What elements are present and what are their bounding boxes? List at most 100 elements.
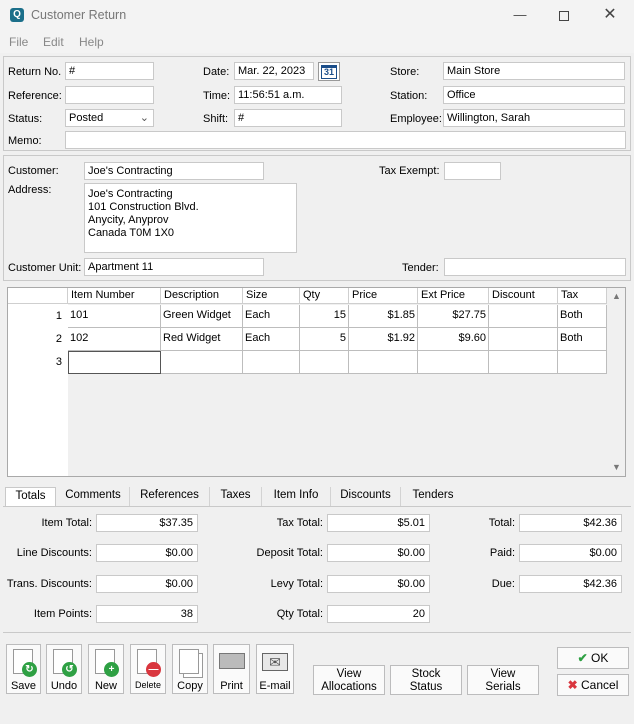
- tax-total-label: Tax Total:: [276, 517, 323, 529]
- time-field[interactable]: 11:56:51 a.m.: [234, 86, 342, 104]
- cell-size[interactable]: Each: [243, 305, 300, 328]
- calendar-button[interactable]: 31: [318, 62, 340, 81]
- copy-icon: [179, 649, 199, 674]
- menu-file[interactable]: File: [9, 35, 28, 49]
- delete-button[interactable]: — Delete: [130, 644, 166, 694]
- view-allocations-button[interactable]: View Allocations: [313, 665, 385, 695]
- cell-size[interactable]: [243, 351, 300, 374]
- ok-button[interactable]: ✔ OK: [557, 647, 629, 669]
- save-button[interactable]: ↻ Save: [6, 644, 41, 694]
- station-field[interactable]: Office: [443, 86, 625, 104]
- minimize-icon[interactable]: —: [507, 4, 533, 26]
- address-line: 101 Construction Blvd.: [88, 201, 199, 213]
- column-header-tax[interactable]: Tax: [558, 288, 607, 304]
- maximize-icon[interactable]: [551, 4, 577, 26]
- column-header-description[interactable]: Description: [161, 288, 243, 304]
- grid-scrollbar[interactable]: ▲ ▼: [609, 288, 625, 476]
- date-field[interactable]: Mar. 22, 2023: [234, 62, 314, 80]
- cell-qty[interactable]: 15: [300, 305, 349, 328]
- cell-price[interactable]: [349, 351, 418, 374]
- tax-exempt-label: Tax Exempt:: [379, 165, 440, 177]
- cancel-button[interactable]: ✖ Cancel: [557, 674, 629, 696]
- column-header-ext-price[interactable]: Ext Price: [418, 288, 489, 304]
- employee-field[interactable]: Willington, Sarah: [443, 109, 625, 127]
- tax-exempt-field[interactable]: [444, 162, 501, 180]
- address-box[interactable]: Joe's Contracting 101 Construction Blvd.…: [84, 183, 297, 253]
- cell-qty[interactable]: [300, 351, 349, 374]
- tender-label: Tender:: [402, 262, 439, 274]
- tab-taxes[interactable]: Taxes: [210, 487, 262, 506]
- tab-comments[interactable]: Comments: [57, 487, 130, 506]
- return-no-field[interactable]: #: [65, 62, 154, 80]
- new-button[interactable]: + New: [88, 644, 124, 694]
- tender-field[interactable]: [444, 258, 626, 276]
- address-line: Anycity, Anyprov: [88, 214, 169, 226]
- menu-edit[interactable]: Edit: [43, 35, 64, 49]
- cell-ext-price[interactable]: $27.75: [418, 305, 489, 328]
- tab-references[interactable]: References: [130, 487, 210, 506]
- customer-unit-field[interactable]: Apartment 11: [84, 258, 264, 276]
- customer-field[interactable]: Joe's Contracting: [84, 162, 264, 180]
- grid-corner: [8, 288, 68, 304]
- save-icon: ↻: [13, 649, 37, 677]
- trans-discounts-label: Trans. Discounts:: [6, 578, 92, 590]
- cell-qty[interactable]: 5: [300, 328, 349, 351]
- shift-field[interactable]: #: [234, 109, 342, 127]
- scroll-up-icon[interactable]: ▲: [612, 291, 621, 301]
- cell-description[interactable]: Green Widget: [161, 305, 243, 328]
- line-discounts-label: Line Discounts:: [16, 547, 92, 559]
- cell-item-number[interactable]: 101: [68, 305, 161, 328]
- cell-ext-price[interactable]: $9.60: [418, 328, 489, 351]
- customer-unit-label: Customer Unit:: [8, 262, 82, 274]
- address-label: Address:: [8, 184, 52, 196]
- column-header-size[interactable]: Size: [243, 288, 300, 304]
- cell-price[interactable]: $1.92: [349, 328, 418, 351]
- tab-tenders[interactable]: Tenders: [401, 487, 465, 506]
- cell-description[interactable]: [161, 351, 243, 374]
- email-button[interactable]: ✉ E-mail: [256, 644, 294, 694]
- tab-discounts[interactable]: Discounts: [331, 487, 401, 506]
- tab-item-info[interactable]: Item Info: [262, 487, 331, 506]
- row-header-column: [8, 304, 68, 476]
- column-header-qty[interactable]: Qty: [300, 288, 349, 304]
- cell-ext-price[interactable]: [418, 351, 489, 374]
- cell-discount[interactable]: [489, 305, 558, 328]
- status-select[interactable]: Posted ⌄: [65, 109, 154, 127]
- column-header-item-number[interactable]: Item Number: [68, 288, 161, 304]
- print-button[interactable]: Print: [213, 644, 250, 694]
- stock-status-button[interactable]: Stock Status: [390, 665, 462, 695]
- cell-item-number-active[interactable]: [68, 351, 161, 374]
- store-field[interactable]: Main Store: [443, 62, 625, 80]
- line-discounts-value: $0.00: [96, 544, 198, 562]
- shift-label: Shift:: [203, 113, 229, 125]
- date-label: Date:: [203, 66, 230, 78]
- cell-item-number[interactable]: 102: [68, 328, 161, 351]
- cell-price[interactable]: $1.85: [349, 305, 418, 328]
- cell-size[interactable]: Each: [243, 328, 300, 351]
- qty-total-value: 20: [327, 605, 430, 623]
- reference-field[interactable]: [65, 86, 154, 104]
- tax-total-value: $5.01: [327, 514, 430, 532]
- view-serials-button[interactable]: View Serials: [467, 665, 539, 695]
- total-value: $42.36: [519, 514, 622, 532]
- column-header-price[interactable]: Price: [349, 288, 418, 304]
- close-icon[interactable]: ✕: [597, 4, 623, 26]
- scroll-down-icon[interactable]: ▼: [612, 462, 621, 472]
- cell-tax[interactable]: Both: [558, 328, 607, 351]
- cell-discount[interactable]: [489, 328, 558, 351]
- cell-discount[interactable]: [489, 351, 558, 374]
- due-label: Due:: [491, 578, 515, 590]
- undo-button[interactable]: ↺ Undo: [46, 644, 82, 694]
- cell-tax[interactable]: [558, 351, 607, 374]
- cell-tax[interactable]: Both: [558, 305, 607, 328]
- copy-button[interactable]: Copy: [172, 644, 208, 694]
- printer-icon: [219, 653, 245, 669]
- column-header-discount[interactable]: Discount: [489, 288, 558, 304]
- tab-totals[interactable]: Totals: [5, 487, 56, 506]
- menu-help[interactable]: Help: [79, 35, 104, 49]
- cell-description[interactable]: Red Widget: [161, 328, 243, 351]
- memo-field[interactable]: [65, 131, 626, 149]
- cancel-x-icon: ✖: [567, 678, 578, 692]
- levy-total-label: Levy Total:: [270, 578, 323, 590]
- memo-label: Memo:: [8, 135, 42, 147]
